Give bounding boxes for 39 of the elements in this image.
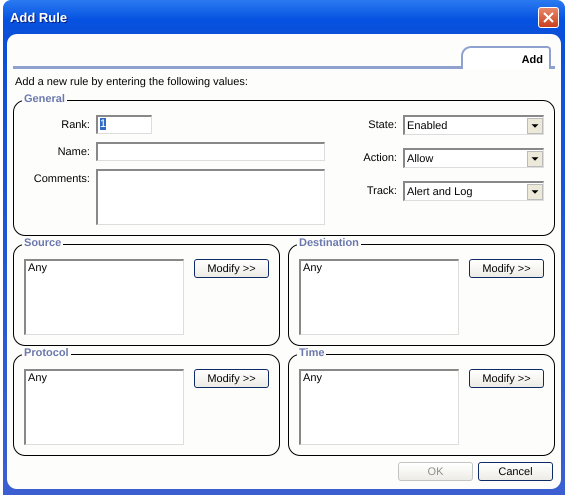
field-label: Rank: bbox=[60, 118, 90, 131]
group-title: Source bbox=[22, 237, 64, 249]
list-item[interactable]: Any bbox=[303, 262, 456, 274]
modify-button[interactable]: Modify >> bbox=[469, 369, 544, 388]
list-item[interactable]: Any bbox=[303, 372, 456, 384]
group-title: Destination bbox=[297, 237, 361, 249]
list-box[interactable]: Any bbox=[299, 259, 459, 335]
tab[interactable]: Add bbox=[461, 46, 551, 69]
modify-button[interactable]: Modify >> bbox=[469, 259, 544, 278]
list-box[interactable]: Any bbox=[299, 369, 459, 445]
input-field[interactable] bbox=[96, 142, 325, 161]
list-box[interactable]: Any bbox=[24, 369, 184, 445]
modify-button[interactable]: Modify >> bbox=[194, 369, 269, 388]
instruction-text: Add a new rule by entering the following values: bbox=[15, 76, 249, 88]
caret-icon bbox=[527, 118, 543, 134]
field-label: Comments: bbox=[32, 172, 90, 185]
modify-button[interactable]: Modify >> bbox=[194, 259, 269, 278]
input-field[interactable] bbox=[96, 169, 325, 225]
list-box[interactable]: Any bbox=[24, 259, 184, 335]
window-title: Add Rule bbox=[10, 10, 68, 24]
field-label: Action: bbox=[362, 151, 397, 164]
group-title: General bbox=[22, 93, 67, 105]
list-item[interactable]: Any bbox=[28, 372, 181, 384]
dropdown[interactable]: Enabled bbox=[403, 115, 544, 135]
close-icon bbox=[543, 12, 554, 22]
group-title: Protocol bbox=[22, 347, 71, 359]
dropdown[interactable]: Alert and Log bbox=[403, 181, 544, 201]
field-label: Track: bbox=[366, 184, 397, 197]
field-label: State: bbox=[367, 118, 397, 131]
caret-icon bbox=[527, 184, 543, 200]
field-value: 1 bbox=[100, 118, 106, 130]
close-button[interactable] bbox=[538, 6, 559, 28]
caret-icon bbox=[527, 150, 543, 166]
field-label: Name: bbox=[56, 145, 90, 158]
input-field[interactable]: 1 bbox=[96, 115, 152, 134]
list-item[interactable]: Any bbox=[28, 262, 181, 274]
dialog-button[interactable]: Cancel bbox=[478, 462, 553, 481]
group-title: Time bbox=[297, 347, 326, 359]
dropdown[interactable]: Allow bbox=[403, 148, 544, 168]
